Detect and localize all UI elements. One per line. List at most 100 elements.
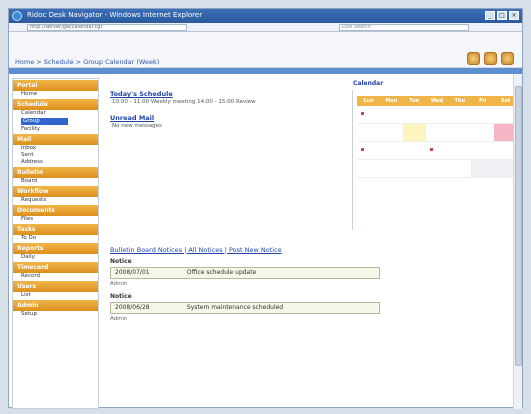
sidebar-item[interactable]: Record	[13, 273, 98, 280]
window-controls: _ □ ×	[485, 11, 519, 20]
sidebar-item[interactable]: Home	[13, 91, 98, 98]
sidebar-section-title[interactable]: Schedule	[13, 99, 98, 110]
bulletin-date: 2008/06/28	[115, 304, 150, 311]
sidebar-item[interactable]: Setup	[13, 311, 98, 318]
mini-calendar: Calendar Sun Mon Tue Wed Thu Fri Sat	[352, 80, 517, 230]
calendar-header: Wed	[425, 96, 449, 106]
unread-title[interactable]: Unread Mail	[110, 114, 154, 122]
bulletin-text: System maintenance scheduled	[186, 304, 284, 311]
sidebar: Portal Home Schedule Calendar Group Faci…	[12, 78, 99, 409]
calendar-day[interactable]	[357, 106, 380, 124]
vertical-scrollbar[interactable]	[513, 74, 522, 409]
bulletin-label: Notice	[110, 293, 132, 300]
bulletin-title[interactable]: Bulletin Board Notices | All Notices | P…	[110, 246, 282, 254]
calendar-day[interactable]	[425, 160, 449, 178]
calendar-grid: Sun Mon Tue Wed Thu Fri Sat	[357, 96, 517, 178]
calendar-day[interactable]	[402, 106, 426, 124]
bulletin-meta: Admin	[110, 281, 128, 287]
bulletin-label: Notice	[110, 258, 132, 265]
nav-bar	[9, 68, 522, 74]
window-title: Ridoc Desk Navigator - Windows Internet …	[27, 11, 203, 19]
calendar-day[interactable]	[357, 160, 380, 178]
calendar-day-outside[interactable]	[471, 160, 495, 178]
sidebar-item[interactable]: Board	[13, 178, 98, 185]
help-icon[interactable]	[467, 52, 480, 65]
todo-title[interactable]: Today's Schedule	[110, 90, 173, 98]
calendar-day[interactable]	[471, 124, 495, 142]
calendar-day[interactable]	[425, 124, 449, 142]
browser-icon	[12, 11, 22, 21]
bulletin-date: 2008/07/01	[115, 269, 150, 276]
sidebar-section-title[interactable]: Bulletin	[13, 167, 98, 178]
sidebar-section-title[interactable]: Reports	[13, 243, 98, 254]
title-bar: Ridoc Desk Navigator - Windows Internet …	[9, 9, 522, 23]
sidebar-section-title[interactable]: Users	[13, 281, 98, 292]
browser-window: Ridoc Desk Navigator - Windows Internet …	[8, 8, 524, 409]
minimize-icon[interactable]: _	[485, 11, 495, 20]
calendar-day[interactable]	[379, 106, 403, 124]
settings-icon[interactable]	[484, 52, 497, 65]
scrollbar-thumb[interactable]	[515, 86, 522, 366]
calendar-day[interactable]	[448, 124, 472, 142]
sidebar-section-title[interactable]: Workflow	[13, 186, 98, 197]
sidebar-item[interactable]: List	[13, 292, 98, 299]
sidebar-section-title[interactable]: Timecard	[13, 262, 98, 273]
calendar-day[interactable]	[471, 106, 495, 124]
main-content: Today's Schedule 10:00 - 11:00 Weekly me…	[104, 78, 524, 409]
calendar-day[interactable]	[448, 106, 472, 124]
maximize-icon[interactable]: □	[497, 11, 507, 20]
sidebar-section-title[interactable]: Tasks	[13, 224, 98, 235]
bulletin-row[interactable]: 2008/07/01 Office schedule update	[110, 267, 380, 279]
bulletin-item: Notice 2008/07/01 Office schedule update…	[110, 258, 380, 287]
calendar-day[interactable]	[379, 160, 403, 178]
sidebar-item[interactable]: Address	[13, 159, 98, 166]
logout-icon[interactable]	[501, 52, 514, 65]
calendar-day[interactable]	[402, 160, 426, 178]
sidebar-section-title[interactable]: Documents	[13, 205, 98, 216]
bulletin-meta: Admin	[110, 316, 128, 322]
sidebar-item[interactable]: Files	[13, 216, 98, 223]
calendar-day[interactable]	[357, 142, 380, 160]
bulletin-row[interactable]: 2008/06/28 System maintenance scheduled	[110, 302, 380, 314]
calendar-day-today[interactable]	[402, 124, 426, 142]
calendar-header: Mon	[379, 96, 403, 106]
sidebar-item[interactable]: Inbox	[13, 145, 98, 152]
calendar-day[interactable]	[379, 124, 403, 142]
calendar-day[interactable]	[379, 142, 403, 160]
calendar-day[interactable]	[425, 142, 449, 160]
calendar-day[interactable]	[448, 142, 472, 160]
search-field[interactable]: Live Search	[339, 24, 469, 31]
sidebar-item[interactable]: Calendar	[13, 110, 98, 117]
bulletin-text: Office schedule update	[186, 269, 257, 276]
calendar-header: Thu	[448, 96, 472, 106]
address-field[interactable]: http://server/gw/calendar.cgi	[27, 24, 187, 31]
calendar-day[interactable]	[448, 160, 472, 178]
address-bar-row: http://server/gw/calendar.cgi Live Searc…	[9, 23, 522, 32]
sidebar-item[interactable]: Facility	[13, 126, 98, 133]
calendar-day[interactable]	[425, 106, 449, 124]
calendar-header: Sun	[357, 96, 380, 106]
sidebar-section-title[interactable]: Mail	[13, 134, 98, 145]
calendar-day[interactable]	[357, 124, 380, 142]
sidebar-item[interactable]: Daily	[13, 254, 98, 261]
calendar-day[interactable]	[402, 142, 426, 160]
screen-frame: Ridoc Desk Navigator - Windows Internet …	[0, 0, 531, 414]
sidebar-item[interactable]: Requests	[13, 197, 98, 204]
event-marker	[361, 112, 364, 115]
header-tools	[467, 52, 514, 65]
todo-text: 10:00 - 11:00 Weekly meeting 14:00 - 15:…	[112, 99, 256, 105]
breadcrumb[interactable]: Home > Schedule > Group Calendar (Week)	[15, 58, 159, 66]
event-marker	[361, 148, 364, 151]
unread-text: No new messages	[112, 123, 162, 129]
calendar-day[interactable]	[471, 142, 495, 160]
app-header: Home > Schedule > Group Calendar (Week)	[9, 32, 522, 68]
sidebar-item[interactable]: Sent	[13, 152, 98, 159]
sidebar-item-selected[interactable]: Group	[21, 118, 68, 125]
sidebar-section-title[interactable]: Admin	[13, 300, 98, 311]
close-icon[interactable]: ×	[509, 11, 519, 20]
calendar-header: Tue	[402, 96, 426, 106]
sidebar-section-title[interactable]: Portal	[13, 80, 98, 91]
sidebar-item[interactable]: To Do	[13, 235, 98, 242]
event-marker	[429, 148, 433, 151]
calendar-header: Fri	[471, 96, 495, 106]
